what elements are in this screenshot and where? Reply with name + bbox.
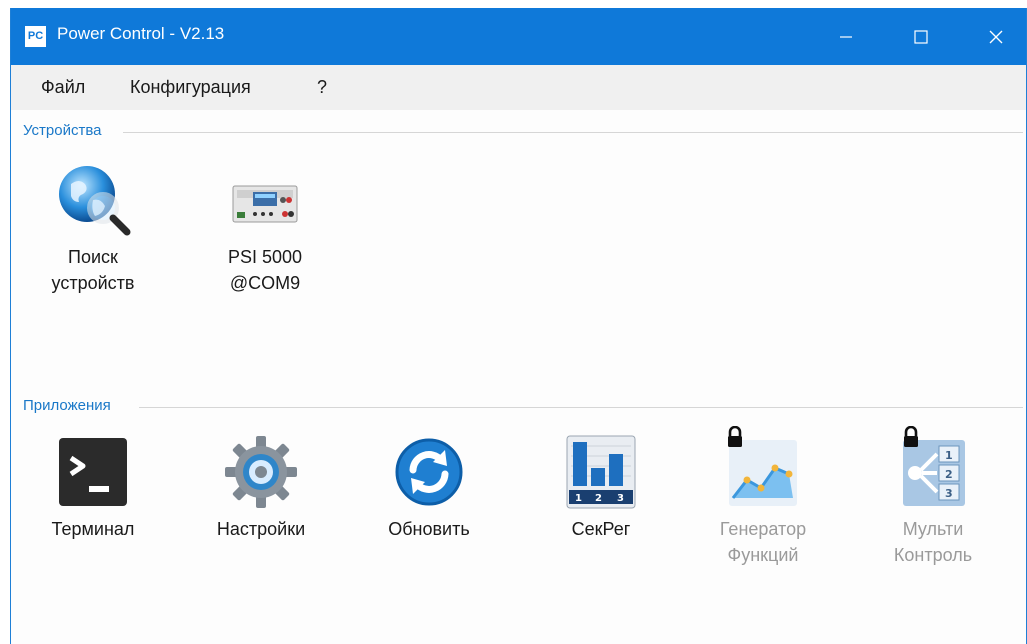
svg-text:1: 1 — [945, 449, 953, 462]
device-search-tile[interactable]: Поиск устройств — [23, 160, 163, 296]
title-bar[interactable]: PC Power Control - V2.13 — [11, 8, 1026, 65]
app-refresh-label: Обновить — [388, 519, 470, 539]
function-generator-icon — [723, 426, 803, 512]
app-settings-tile[interactable]: Настройки — [191, 432, 331, 542]
close-icon — [989, 30, 1003, 43]
maximize-button[interactable] — [886, 8, 956, 65]
app-terminal-label: Терминал — [51, 519, 135, 539]
terminal-icon — [53, 432, 133, 512]
menu-file[interactable]: Файл — [41, 77, 85, 98]
app-function-generator-tile[interactable]: Генератор Функций — [693, 426, 833, 568]
app-multi-control-label-line2: Контроль — [893, 545, 973, 565]
svg-text:2: 2 — [595, 493, 602, 504]
device-psi5000-label-line1: PSI 5000 — [227, 247, 303, 267]
window-title: Power Control - V2.13 — [57, 24, 225, 43]
globe-search-icon — [53, 160, 133, 240]
maximize-icon — [914, 29, 928, 44]
sequence-chart-icon: 1 2 3 — [561, 432, 641, 512]
svg-text:3: 3 — [945, 487, 953, 500]
lock-icon — [728, 426, 742, 447]
svg-text:2: 2 — [945, 468, 953, 481]
svg-text:3: 3 — [617, 493, 624, 504]
multi-control-icon: 1 2 3 — [893, 426, 973, 512]
svg-text:1: 1 — [575, 493, 582, 504]
app-multi-control-label-line1: Мульти — [902, 519, 964, 539]
apps-divider — [139, 407, 1023, 408]
minimize-icon — [840, 35, 852, 38]
app-settings-label: Настройки — [216, 519, 306, 539]
apps-group-label: Приложения — [23, 397, 111, 414]
app-multi-control-tile[interactable]: 1 2 3 Мульти Контроль — [863, 426, 1003, 568]
device-search-label-line2: устройств — [51, 273, 135, 293]
device-psi5000-tile[interactable]: PSI 5000 @COM9 — [195, 160, 335, 296]
app-logo-icon: PC — [25, 26, 46, 47]
menu-configuration[interactable]: Конфигурация — [130, 77, 251, 98]
refresh-icon — [389, 432, 469, 512]
power-supply-icon — [225, 160, 305, 240]
lock-icon — [904, 426, 918, 447]
menu-bar: Файл Конфигурация ? — [11, 65, 1026, 110]
app-refresh-tile[interactable]: Обновить — [359, 432, 499, 542]
devices-group-label: Устройства — [23, 122, 102, 139]
app-sekreg-label: СекРег — [571, 519, 631, 539]
app-sekreg-tile[interactable]: 1 2 3 СекРег — [531, 432, 671, 542]
main-content: Устройства Поиск устройств PSI 5000 @COM… — [11, 110, 1026, 644]
minimize-button[interactable] — [811, 8, 881, 65]
app-function-generator-label-line1: Генератор — [719, 519, 807, 539]
gear-icon — [221, 432, 301, 512]
close-button[interactable] — [961, 8, 1027, 65]
menu-help[interactable]: ? — [317, 77, 327, 98]
app-function-generator-label-line2: Функций — [727, 545, 799, 565]
devices-divider — [123, 132, 1023, 133]
app-terminal-tile[interactable]: Терминал — [23, 432, 163, 542]
device-search-label-line1: Поиск — [68, 247, 118, 267]
app-window: PC Power Control - V2.13 Файл Конфигурац… — [10, 8, 1027, 644]
device-psi5000-label-line2: @COM9 — [229, 273, 301, 293]
